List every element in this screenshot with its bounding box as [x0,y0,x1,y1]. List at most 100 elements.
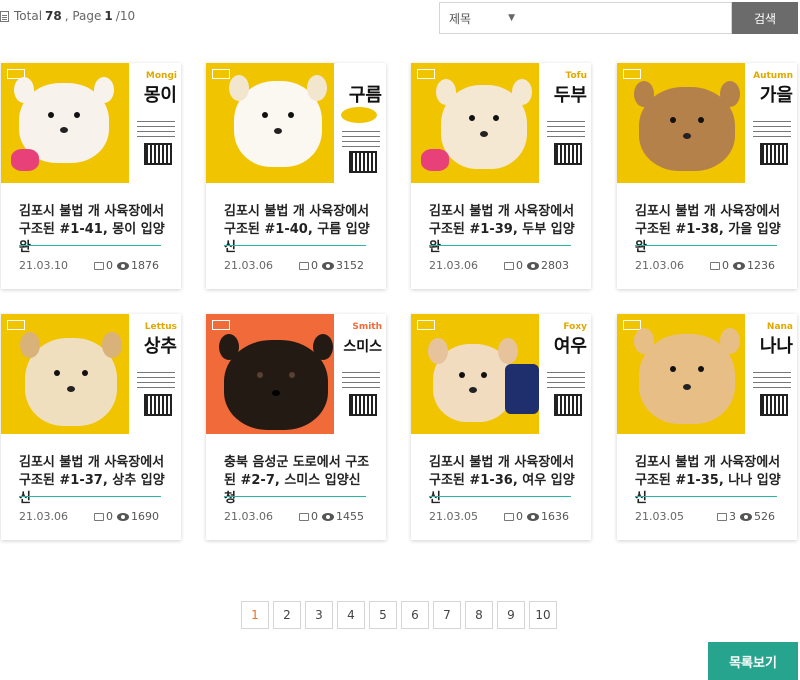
post-title[interactable]: 김포시 불법 개 사육장에서 구조된 #1-37, 상추 입양신 [19,454,167,508]
comment-count: 3 [729,510,736,523]
poster-info-panel: Mongi 몽이 [129,63,181,183]
post-thumbnail[interactable]: 구름 [206,63,386,183]
dog-korean-name: 여우 [553,336,587,357]
total-summary: Total 78, Page 1/10 [0,9,135,23]
post-thumbnail[interactable]: Mongi 몽이 [1,63,181,183]
dog-photo [634,328,740,424]
post-title[interactable]: 김포시 불법 개 사육장에서 구조된 #1-35, 나나 입양신 [635,454,783,508]
comment-icon [299,512,309,521]
post-date: 21.03.10 [19,259,68,272]
shelter-logo [623,69,641,79]
dog-english-name: Mongi [145,71,177,81]
qr-code-icon [760,394,788,416]
dog-english-name: Tofu [565,71,587,81]
post-card[interactable]: Nana 나나 김포시 불법 개 사육장에서 구조된 #1-35, 나나 입양신… [617,314,797,540]
page-label: , Page [64,9,102,23]
dog-english-name: Nana [766,322,793,332]
dog-photo [20,332,122,426]
shelter-logo [623,320,641,330]
divider [635,245,777,246]
post-thumbnail[interactable]: Lettus 상추 [1,314,181,434]
dog-photo [436,79,532,169]
dog-photo [219,334,333,430]
heart-icon [11,149,39,171]
shelter-logo [212,69,230,79]
qr-code-icon [349,151,377,173]
list-view-button[interactable]: 목록보기 [708,642,798,680]
comment-count: 0 [311,259,318,272]
post-thumbnail[interactable]: Foxy 여우 [411,314,591,434]
pagination: 1 2 3 4 5 6 7 8 9 10 [241,601,557,629]
page-link[interactable]: 3 [305,601,333,629]
post-thumbnail[interactable]: Autumn 가을 [617,63,797,183]
post-date: 21.03.06 [429,259,478,272]
poster-info-panel: Tofu 두부 [539,63,591,183]
search-button[interactable]: 검색 [732,2,798,34]
post-date: 21.03.06 [19,510,68,523]
page-link[interactable]: 5 [369,601,397,629]
qr-code-icon [349,394,377,416]
post-thumbnail[interactable]: Tofu 두부 [411,63,591,183]
dog-photo [229,75,327,167]
poster-info-panel: 구름 [334,63,386,183]
page-link[interactable]: 2 [273,601,301,629]
divider [19,496,161,497]
post-date: 21.03.06 [224,259,273,272]
eye-icon [322,512,334,521]
comment-icon [299,261,309,270]
search-field-select[interactable]: 제목 ▼ [439,2,523,34]
post-stats: 0 3152 [299,259,364,272]
post-stats: 3 526 [717,510,775,523]
post-card[interactable]: 구름 김포시 불법 개 사육장에서 구조된 #1-40, 구름 입양신 21.0… [206,63,386,289]
dog-korean-name: 가을 [759,85,793,106]
dog-english-name: Lettus [144,322,177,332]
poster-info-panel: Nana 나나 [745,314,797,434]
post-stats: 0 1690 [94,510,159,523]
page-link[interactable]: 9 [497,601,525,629]
post-title[interactable]: 김포시 불법 개 사육장에서 구조된 #1-36, 여우 입양신 [429,454,577,508]
qr-code-icon [554,394,582,416]
comment-count: 0 [106,259,113,272]
post-title[interactable]: 김포시 불법 개 사육장에서 구조된 #1-39, 두부 입양완 [429,203,577,257]
page-link[interactable]: 4 [337,601,365,629]
post-title[interactable]: 충북 음성군 도로에서 구조된 #2-7, 스미스 입양신청 [224,454,372,508]
post-card[interactable]: Mongi 몽이 김포시 불법 개 사육장에서 구조된 #1-41, 몽이 입양… [1,63,181,289]
post-date: 21.03.05 [429,510,478,523]
search-field-value: 제목 [449,11,472,26]
post-card[interactable]: Lettus 상추 김포시 불법 개 사육장에서 구조된 #1-37, 상추 입… [1,314,181,540]
dog-korean-name: 상추 [143,336,177,357]
post-card[interactable]: Tofu 두부 김포시 불법 개 사육장에서 구조된 #1-39, 두부 입양완… [411,63,591,289]
post-date: 21.03.06 [224,510,273,523]
comment-icon [717,512,727,521]
page-link[interactable]: 1 [241,601,269,629]
dog-korean-name: 구름 [348,85,382,106]
comment-count: 0 [311,510,318,523]
eye-icon [322,261,334,270]
page-link[interactable]: 7 [433,601,461,629]
post-date: 21.03.05 [635,510,684,523]
comment-icon [94,512,104,521]
comment-count: 0 [516,510,523,523]
post-title[interactable]: 김포시 불법 개 사육장에서 구조된 #1-40, 구름 입양신 [224,203,372,257]
post-thumbnail[interactable]: Smith 스미스 [206,314,386,434]
comment-count: 0 [106,510,113,523]
poster-info-panel: Autumn 가을 [745,63,797,183]
post-stats: 0 1455 [299,510,364,523]
dog-sweater [505,364,539,414]
post-title[interactable]: 김포시 불법 개 사육장에서 구조된 #1-38, 가을 입양완 [635,203,783,257]
post-card[interactable]: Autumn 가을 김포시 불법 개 사육장에서 구조된 #1-38, 가을 입… [617,63,797,289]
view-count: 1690 [131,510,159,523]
qr-code-icon [144,394,172,416]
post-stats: 0 1636 [504,510,569,523]
post-card[interactable]: Foxy 여우 김포시 불법 개 사육장에서 구조된 #1-36, 여우 입양신… [411,314,591,540]
page-link[interactable]: 10 [529,601,557,629]
shelter-logo [417,69,435,79]
dog-photo [634,81,740,171]
post-card[interactable]: Smith 스미스 충북 음성군 도로에서 구조된 #2-7, 스미스 입양신청… [206,314,386,540]
eye-icon [117,512,129,521]
page-link[interactable]: 8 [465,601,493,629]
post-title[interactable]: 김포시 불법 개 사육장에서 구조된 #1-41, 몽이 입양완 [19,203,167,257]
post-thumbnail[interactable]: Nana 나나 [617,314,797,434]
page-link[interactable]: 6 [401,601,429,629]
search-input[interactable] [522,2,732,34]
